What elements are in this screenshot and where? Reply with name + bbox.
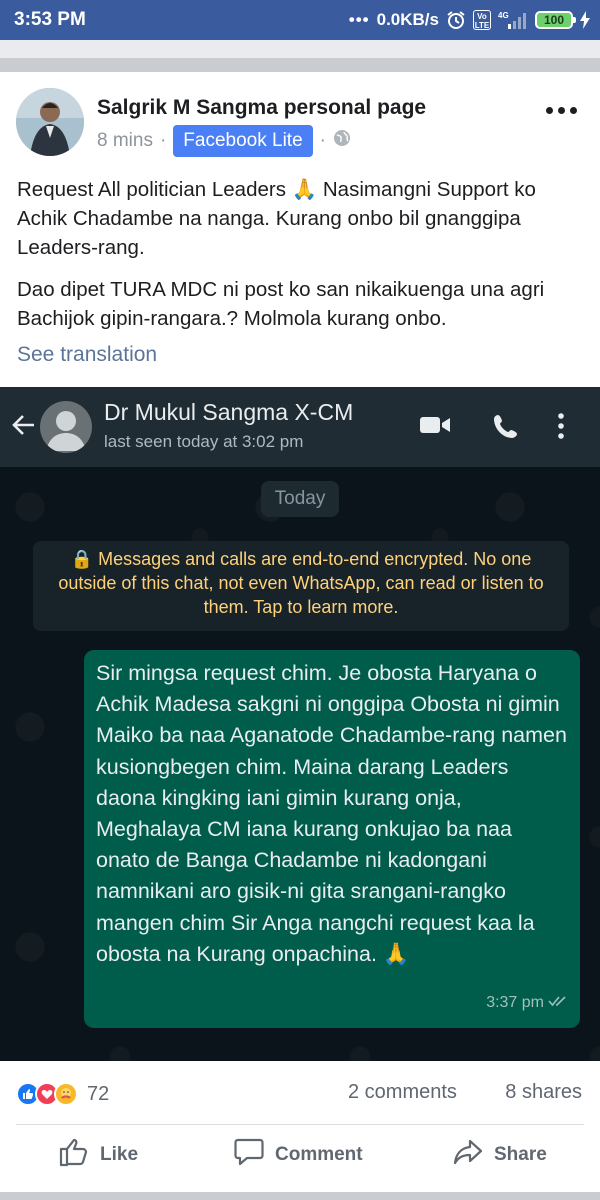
network-speed: 0.0KB/s	[376, 10, 439, 29]
message-meta: 3:37 pm	[486, 987, 568, 1018]
alarm-icon	[446, 10, 466, 30]
voice-call-icon	[492, 412, 520, 445]
divider	[16, 1124, 584, 1125]
post-card: Salgrik M Sangma personal page 8 mins · …	[0, 72, 600, 1192]
shares-count[interactable]: 8 shares	[505, 1081, 582, 1104]
post-options-icon[interactable]	[546, 102, 578, 118]
post-meta: 8 mins · Facebook Lite ·	[97, 125, 351, 157]
meta-separator: ·	[319, 130, 326, 151]
date-chip: Today	[261, 481, 339, 517]
comments-count[interactable]: 2 comments	[348, 1081, 457, 1104]
contact-last-seen: last seen today at 3:02 pm	[104, 432, 304, 451]
menu-dots-icon	[556, 412, 566, 445]
encryption-notice: 🔒 Messages and calls are end-to-end encr…	[33, 541, 569, 631]
like-button[interactable]: Like	[58, 1130, 138, 1180]
reactions-summary[interactable]: 72	[16, 1080, 109, 1108]
message-text: Sir mingsa request chim. Je obosta Harya…	[96, 661, 567, 966]
charging-icon	[580, 11, 590, 29]
facebook-lite-badge: Facebook Lite	[173, 125, 313, 157]
share-label: Share	[494, 1144, 547, 1165]
see-translation-link[interactable]: See translation	[17, 343, 157, 367]
back-arrow-icon	[10, 411, 38, 444]
contact-name: Dr Mukul Sangma X-CM	[104, 399, 354, 425]
message-time: 3:37 pm	[486, 993, 544, 1011]
comment-button[interactable]: Comment	[233, 1130, 363, 1180]
reaction-count: 72	[87, 1082, 110, 1105]
contact-avatar	[40, 401, 92, 453]
like-label: Like	[100, 1144, 139, 1165]
post-paragraph: Request All politician Leaders 🙏 Nasiman…	[17, 178, 536, 259]
volte-icon: Vo LTE	[473, 10, 491, 30]
globe-icon	[333, 129, 351, 153]
meta-separator: ·	[159, 130, 167, 151]
signal-icon: 4G	[498, 10, 528, 30]
share-arrow-icon	[452, 1137, 484, 1173]
notification-dots-icon: •••	[348, 10, 370, 29]
author-avatar[interactable]	[16, 88, 84, 156]
post-time[interactable]: 8 mins	[97, 130, 153, 152]
author-name[interactable]: Salgrik M Sangma personal page	[97, 96, 426, 120]
post-actions: Like Comment Share	[0, 1130, 600, 1180]
care-reaction-icon	[54, 1082, 78, 1106]
whatsapp-chat-header: Dr Mukul Sangma X-CM last seen today at …	[0, 387, 600, 467]
post-paragraph: Dao dipet TURA MDC ni post ko san nikaik…	[17, 278, 545, 330]
feed-gap	[0, 1192, 600, 1200]
whatsapp-chat-body: Today 🔒 Messages and calls are end-to-en…	[0, 467, 600, 1061]
double-check-icon	[548, 987, 568, 1018]
comment-bubble-icon	[233, 1137, 265, 1173]
signal-type: 4G	[498, 11, 509, 20]
status-bar: 3:53 PM ••• 0.0KB/s Vo LTE 4G 100	[0, 0, 600, 40]
battery-icon: 100	[535, 11, 576, 29]
comment-label: Comment	[275, 1144, 363, 1165]
video-call-icon	[418, 412, 452, 443]
feed-gap	[0, 40, 600, 58]
share-button[interactable]: Share	[452, 1130, 547, 1180]
status-time: 3:53 PM	[14, 9, 86, 30]
status-icons: ••• 0.0KB/s Vo LTE 4G 100	[349, 8, 590, 32]
thumbs-up-icon	[58, 1137, 90, 1173]
post-image[interactable]: Dr Mukul Sangma X-CM last seen today at …	[0, 387, 600, 1061]
message-bubble: Sir mingsa request chim. Je obosta Harya…	[84, 650, 580, 1028]
